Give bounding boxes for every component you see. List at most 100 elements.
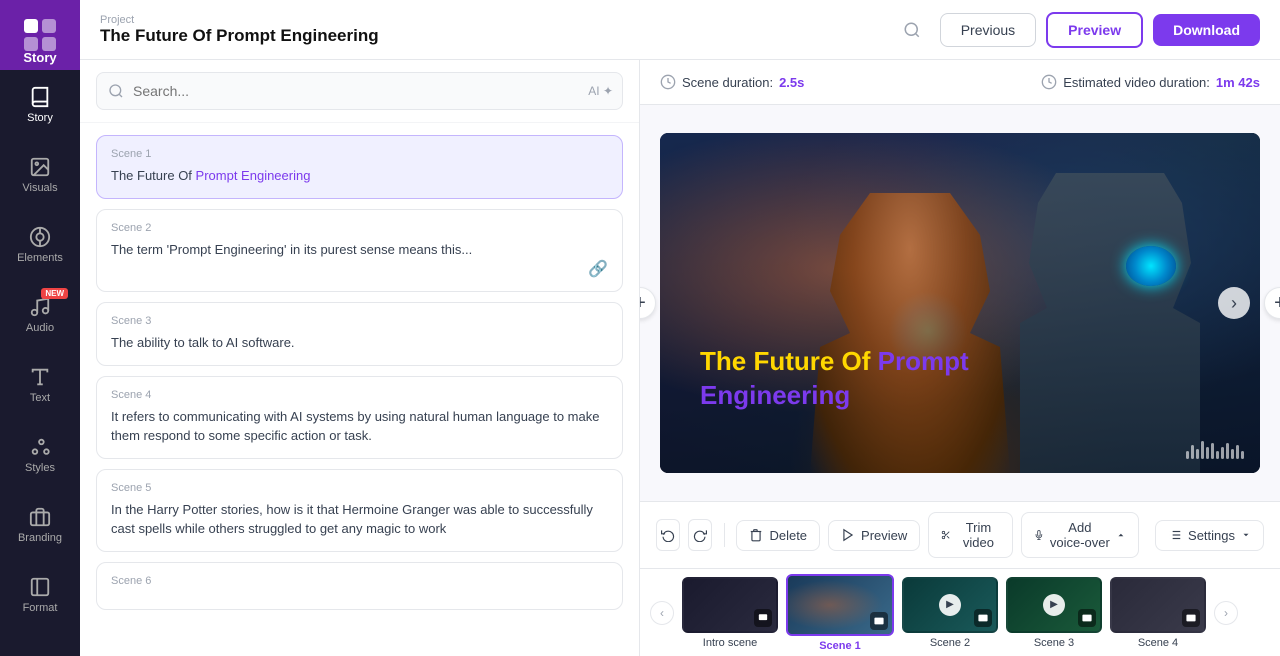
sidebar-label-format: Format bbox=[23, 602, 58, 614]
timeline-item-intro[interactable]: Intro scene bbox=[682, 577, 778, 649]
estimated-duration-label: Estimated video duration: bbox=[1063, 75, 1210, 90]
scene-label-5: Scene 5 bbox=[111, 482, 608, 494]
text-icon bbox=[29, 366, 51, 388]
trim-label: Trim video bbox=[957, 520, 1000, 550]
top-header: Project The Future Of Prompt Engineering… bbox=[80, 0, 1280, 60]
sidebar-label-styles: Styles bbox=[25, 462, 55, 474]
chevron-down-settings-icon bbox=[1241, 530, 1251, 540]
overlay-line1: The Future Of Prompt bbox=[700, 345, 969, 379]
estimated-duration-value: 1m 42s bbox=[1216, 75, 1260, 90]
toolbar-separator-1 bbox=[724, 523, 725, 547]
sidebar: Story Story Visuals Elements NEW Audio T… bbox=[0, 0, 80, 656]
clock-estimated-icon bbox=[1041, 74, 1057, 90]
robot-shape bbox=[1020, 173, 1200, 473]
timeline-thumb-scene2[interactable]: ▶ bbox=[902, 577, 998, 633]
sidebar-item-elements[interactable]: Elements bbox=[0, 210, 80, 280]
scene-label-6: Scene 6 bbox=[111, 575, 608, 587]
timeline-item-scene3[interactable]: ▶ Scene 3 bbox=[1006, 577, 1102, 649]
timeline-prev-button[interactable]: ‹ bbox=[650, 601, 674, 625]
timeline-item-scene4[interactable]: Scene 4 bbox=[1110, 577, 1206, 649]
sidebar-item-format[interactable]: Format bbox=[0, 560, 80, 630]
audio-bar bbox=[1226, 443, 1229, 459]
undo-icon bbox=[661, 528, 675, 542]
search-input[interactable] bbox=[96, 72, 623, 110]
audio-bar bbox=[1191, 445, 1194, 459]
audio-bar bbox=[1216, 451, 1219, 459]
video-next-button[interactable]: › bbox=[1218, 287, 1250, 319]
sidebar-item-audio[interactable]: NEW Audio bbox=[0, 280, 80, 350]
scene-card-1[interactable]: Scene 1 The Future Of Prompt Engineering bbox=[96, 135, 623, 199]
redo-button[interactable] bbox=[688, 519, 712, 551]
play-icon-scene3: ▶ bbox=[1043, 594, 1065, 616]
timeline-label-scene1: Scene 1 bbox=[819, 640, 861, 652]
ai-button[interactable]: AI ✦ bbox=[588, 84, 613, 98]
audio-bar bbox=[1186, 451, 1189, 459]
clock-icon bbox=[660, 74, 676, 90]
redo-icon bbox=[693, 528, 707, 542]
preview-toolbar-button[interactable]: Preview bbox=[828, 520, 920, 551]
sidebar-logo[interactable]: Story bbox=[0, 0, 80, 70]
voice-button[interactable]: Add voice-over bbox=[1021, 512, 1139, 558]
main-content: Project The Future Of Prompt Engineering… bbox=[80, 0, 1280, 656]
delete-button[interactable]: Delete bbox=[736, 520, 820, 551]
undo-button[interactable] bbox=[656, 519, 680, 551]
timeline-label-scene4: Scene 4 bbox=[1138, 637, 1178, 649]
previous-button[interactable]: Previous bbox=[940, 13, 1036, 47]
add-scene-right-button[interactable]: + bbox=[1264, 287, 1280, 319]
timeline-label-scene3: Scene 3 bbox=[1034, 637, 1074, 649]
preview-button[interactable]: Preview bbox=[1046, 12, 1143, 48]
timeline-label-scene2: Scene 2 bbox=[930, 637, 970, 649]
video-frame: The Future Of Prompt Engineering › bbox=[660, 133, 1260, 473]
robot-eye bbox=[1126, 246, 1176, 286]
link-icon-2[interactable]: 🔗 bbox=[588, 259, 608, 279]
sidebar-item-visuals[interactable]: Visuals bbox=[0, 140, 80, 210]
search-header-button[interactable] bbox=[894, 12, 930, 48]
sidebar-logo-label: Story bbox=[23, 50, 56, 65]
sidebar-item-story[interactable]: Story bbox=[0, 70, 80, 140]
scene-text-3: The ability to talk to AI software. bbox=[111, 333, 608, 353]
stack-icon bbox=[874, 616, 884, 626]
download-button[interactable]: Download bbox=[1153, 14, 1260, 46]
sidebar-item-text[interactable]: Text bbox=[0, 350, 80, 420]
trim-button[interactable]: Trim video bbox=[928, 512, 1012, 558]
search-icon bbox=[903, 21, 921, 39]
mic-icon bbox=[1034, 528, 1044, 542]
timeline-item-scene2[interactable]: ▶ Scene 2 bbox=[902, 577, 998, 649]
play-icon-scene2: ▶ bbox=[939, 594, 961, 616]
audio-bar bbox=[1201, 441, 1204, 459]
sidebar-item-branding[interactable]: Branding bbox=[0, 490, 80, 560]
scene-label-4: Scene 4 bbox=[111, 389, 608, 401]
timeline-next-button[interactable]: › bbox=[1214, 601, 1238, 625]
scene-text-2: The term 'Prompt Engineering' in its pur… bbox=[111, 240, 608, 260]
play-icon bbox=[841, 528, 855, 542]
timeline-thumb-scene3[interactable]: ▶ bbox=[1006, 577, 1102, 633]
timeline-item-scene1[interactable]: Scene 1 bbox=[786, 574, 894, 652]
timeline-thumb-scene1[interactable] bbox=[786, 574, 894, 636]
logo-icon bbox=[22, 17, 58, 53]
timeline-icon-scene4 bbox=[1182, 609, 1200, 627]
video-bg bbox=[660, 133, 1260, 473]
audio-bar bbox=[1196, 449, 1199, 459]
layers-icon bbox=[758, 613, 768, 623]
timeline-thumb-scene4[interactable] bbox=[1110, 577, 1206, 633]
delete-label: Delete bbox=[769, 528, 807, 543]
scene-card-4[interactable]: Scene 4 It refers to communicating with … bbox=[96, 376, 623, 459]
sidebar-label-text: Text bbox=[30, 392, 50, 404]
video-container: + The Future Of Prompt Engineering bbox=[640, 105, 1280, 501]
sidebar-item-styles[interactable]: Styles bbox=[0, 420, 80, 490]
scene-card-2[interactable]: Scene 2 The term 'Prompt Engineering' in… bbox=[96, 209, 623, 293]
add-scene-left-button[interactable]: + bbox=[640, 287, 656, 319]
scene-card-3[interactable]: Scene 3 The ability to talk to AI softwa… bbox=[96, 302, 623, 366]
timeline-icon-scene2 bbox=[974, 609, 992, 627]
scene-text-highlight-1: Prompt Engineering bbox=[196, 168, 311, 183]
settings-button[interactable]: Settings bbox=[1155, 520, 1264, 551]
right-panel: Scene duration: 2.5s Estimated video dur… bbox=[640, 60, 1280, 656]
scene-card-5[interactable]: Scene 5 In the Harry Potter stories, how… bbox=[96, 469, 623, 552]
search-icon bbox=[108, 83, 124, 99]
header-actions: Previous Preview Download bbox=[894, 12, 1260, 48]
timeline-thumb-intro[interactable] bbox=[682, 577, 778, 633]
trim-icon bbox=[941, 528, 951, 542]
layer-icon-scene2 bbox=[978, 613, 988, 623]
styles-icon bbox=[29, 436, 51, 458]
scene-card-6[interactable]: Scene 6 bbox=[96, 562, 623, 610]
